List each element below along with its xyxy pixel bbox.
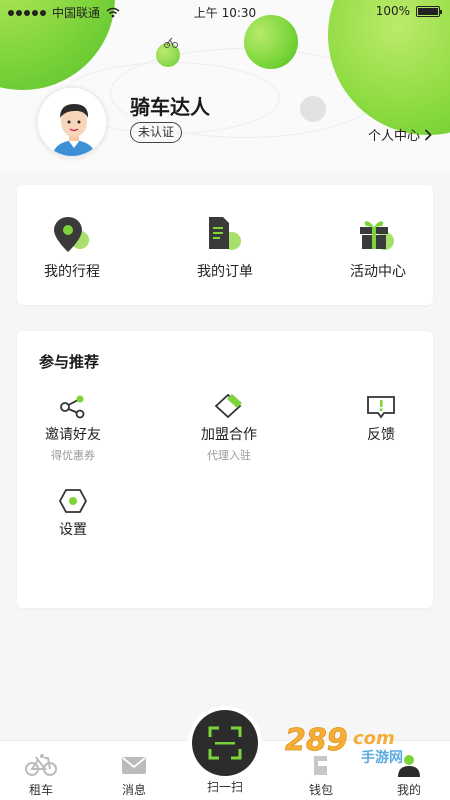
document-icon [209,217,241,250]
scan-icon [208,726,242,760]
svg-text:289: 289 [285,723,348,758]
feedback-icon [367,396,395,419]
username: 骑车达人 [130,95,210,119]
tab-messages[interactable]: 消息 [99,751,169,798]
watermark-logo: 289 com 手游网 [285,723,403,766]
menu-item-my-orders[interactable]: 我的订单 [170,215,280,281]
scan-label: 扫一扫 [206,780,243,794]
menu-item-label: 我的订单 [197,264,253,280]
personal-center-label: 个人中心 [367,129,420,144]
menu-item-label: 我的行程 [44,264,100,280]
scan-button-wrap [188,706,262,780]
status-bar: 中国联通 上午 10:30 100% [0,0,450,22]
avatar[interactable] [36,86,108,158]
hexagon-settings-icon [58,489,88,513]
verify-status-badge[interactable]: 未认证 [130,122,183,143]
scan-button[interactable] [192,710,258,776]
svg-text:手游网: 手游网 [361,749,403,766]
battery-icon [416,5,442,17]
bicycle-icon [25,754,57,776]
tab-label: 租车 [28,783,53,797]
envelope-icon [122,757,146,774]
grid-item-sublabel: 得优惠券 [51,449,95,462]
grid-item-label: 邀请好友 [45,427,101,443]
franchise-item[interactable]: 加盟合作 代理入驻 [169,391,289,463]
tab-label: 消息 [121,783,146,797]
feedback-item[interactable]: 反馈 [321,391,441,444]
personal-center-link[interactable]: 个人中心 [368,125,432,144]
decor-planet-grey [300,96,326,122]
gift-icon [360,221,394,250]
battery-percent: 100% [375,4,410,18]
menu-item-my-trips[interactable]: 我的行程 [17,215,127,281]
grid-item-sublabel: 代理入驻 [207,449,251,462]
tab-label: 我的 [396,783,421,797]
settings-item[interactable]: 设置 [13,486,133,539]
grid-item-label: 设置 [59,522,87,538]
share-icon [60,395,85,419]
menu-item-label: 活动中心 [350,264,406,280]
chevron-right-icon [424,128,432,141]
grid-item-label: 加盟合作 [201,427,257,443]
tab-label: 钱包 [308,783,333,797]
cyclist-icon [164,37,178,48]
tab-rent[interactable]: 租车 [6,751,76,798]
section-title: 参与推荐 [39,353,100,371]
grid-item-label: 反馈 [367,427,395,443]
recommend-card: 参与推荐 邀请好友 得优惠券 加盟合作 代理入驻 反馈 设置 [17,331,433,608]
decor-planet-middle [244,15,298,69]
svg-text:com: com [353,728,395,749]
menu-item-activity-center[interactable]: 活动中心 [323,215,433,281]
invite-friends-item[interactable]: 邀请好友 得优惠券 [13,391,133,463]
main-menu-card: 我的行程 我的订单 活动中心 [17,185,433,305]
location-pin-icon [54,217,89,252]
diamond-tag-icon [214,393,242,419]
